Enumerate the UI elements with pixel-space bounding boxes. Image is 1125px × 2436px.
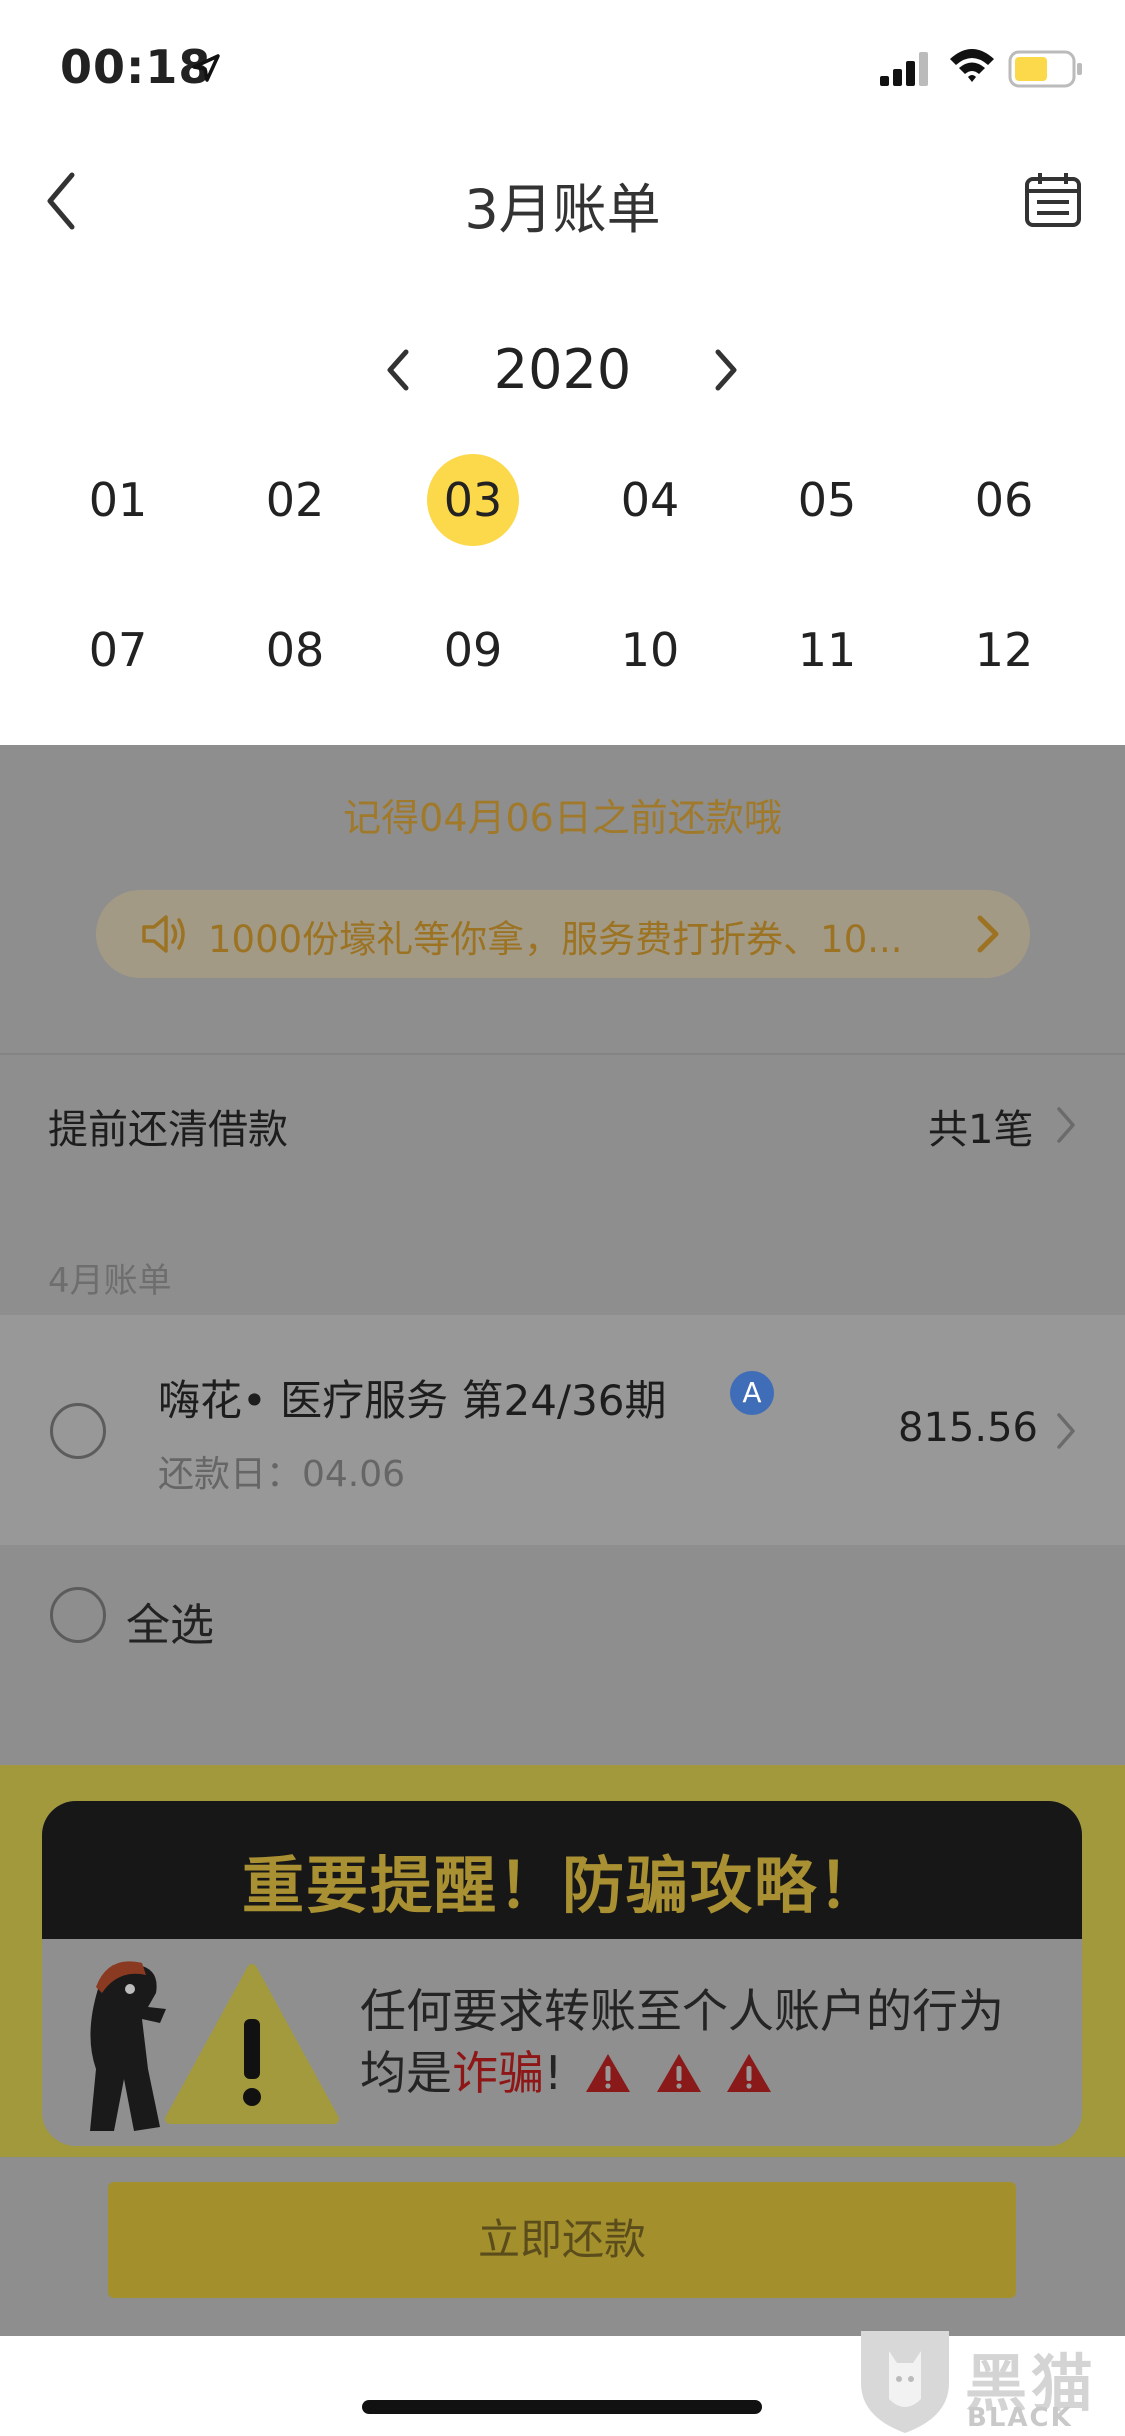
status-time: 00:18	[60, 40, 212, 94]
warning-icon	[656, 2054, 701, 2092]
early-payoff-label: 提前还清借款	[48, 1107, 288, 1153]
month-05[interactable]: 05	[781, 454, 873, 546]
promo-text: 1000份壕礼等你拿，服务费打折券、10...	[208, 918, 903, 961]
black-cat-watermark: 黑猫 BLACK CAT	[855, 2325, 1125, 2436]
black-cat-mascot-icon	[90, 1961, 166, 2131]
anti-fraud-suffix: !	[544, 2046, 563, 2100]
calendar-icon[interactable]	[1024, 171, 1082, 229]
speaker-icon	[142, 915, 185, 953]
select-all-checkbox[interactable]	[50, 1587, 106, 1643]
early-payoff-row[interactable]: 提前还清借款 共1笔	[0, 1055, 1125, 1190]
warning-icon	[727, 2054, 772, 2092]
home-indicator[interactable]	[362, 2400, 762, 2414]
warning-icon	[586, 2054, 631, 2092]
bill-due-date: 还款日：04.06	[158, 1454, 406, 1495]
wifi-icon	[950, 49, 994, 82]
anti-fraud-keyword: 诈骗	[452, 2046, 544, 2100]
cellular-signal-icon	[880, 52, 928, 86]
page-title: 3月账单	[464, 178, 661, 241]
watermark-en: BLACK CAT	[967, 2403, 1073, 2436]
month-08[interactable]: 08	[249, 604, 341, 696]
repayment-reminder: 记得04月06日之前还款哦	[343, 796, 782, 840]
black-cat-logo-icon	[861, 2331, 949, 2433]
repay-now-button[interactable]: 立即还款	[108, 2182, 1016, 2298]
status-bar: 00:18	[0, 0, 1125, 135]
month-grid: 01 02 03 04 05 06 07 08 09 10 11 12	[0, 440, 1125, 740]
chevron-right-icon	[1057, 1413, 1075, 1449]
month-03-selected[interactable]: 03	[427, 454, 519, 546]
month-02[interactable]: 02	[249, 454, 341, 546]
bill-title: 嗨花• 医疗服务 第24/36期	[158, 1376, 667, 1425]
select-all-label: 全选	[126, 1600, 214, 1651]
chevron-right-icon	[977, 915, 999, 953]
bill-item[interactable]: 嗨花• 医疗服务 第24/36期 A 还款日：04.06 815.56	[0, 1315, 1125, 1545]
month-01[interactable]: 01	[72, 454, 164, 546]
month-06[interactable]: 06	[958, 454, 1050, 546]
early-payoff-count: 共1笔	[928, 1107, 1034, 1153]
nav-bar: 3月账单	[0, 135, 1125, 265]
battery-icon	[1008, 50, 1082, 88]
month-04[interactable]: 04	[604, 454, 696, 546]
anti-fraud-banner: 重要提醒！防骗攻略！ 任何要求转账至个人账户的行为 均是诈骗!	[0, 1765, 1125, 2157]
section-label: 4月账单	[48, 1261, 172, 1301]
bill-checkbox[interactable]	[50, 1403, 106, 1459]
month-07[interactable]: 07	[72, 604, 164, 696]
bill-amount: 815.56	[898, 1405, 1038, 1451]
month-09[interactable]: 09	[427, 604, 519, 696]
month-11[interactable]: 11	[781, 604, 873, 696]
anti-fraud-line1: 任何要求转账至个人账户的行为	[360, 1984, 1004, 2038]
promo-banner[interactable]: 1000份壕礼等你拿，服务费打折券、10...	[96, 890, 1030, 978]
anti-fraud-title: 重要提醒！防骗攻略！	[241, 1849, 882, 1922]
month-10[interactable]: 10	[604, 604, 696, 696]
anti-fraud-card: 重要提醒！防骗攻略！ 任何要求转账至个人账户的行为 均是诈骗!	[42, 1801, 1082, 2146]
year-label: 2020	[493, 338, 632, 401]
year-picker: 2020	[0, 320, 1125, 420]
anti-fraud-body: 任何要求转账至个人账户的行为 均是诈骗!	[42, 1939, 1082, 2146]
anti-fraud-header: 重要提醒！防骗攻略！	[42, 1801, 1082, 1939]
anti-fraud-prefix: 均是	[360, 2046, 452, 2100]
location-arrow-icon	[192, 54, 220, 82]
select-all-row[interactable]: 全选	[0, 1545, 1125, 1685]
chevron-right-icon[interactable]	[706, 342, 746, 398]
dimmed-content: 记得04月06日之前还款哦 1000份壕礼等你拿，服务费打折券、10... 提前…	[0, 745, 1125, 2336]
anti-fraud-line2: 均是诈骗!	[360, 2037, 774, 2103]
chevron-right-icon	[1057, 1107, 1075, 1143]
month-12[interactable]: 12	[958, 604, 1050, 696]
bill-badge: A	[730, 1371, 774, 1415]
